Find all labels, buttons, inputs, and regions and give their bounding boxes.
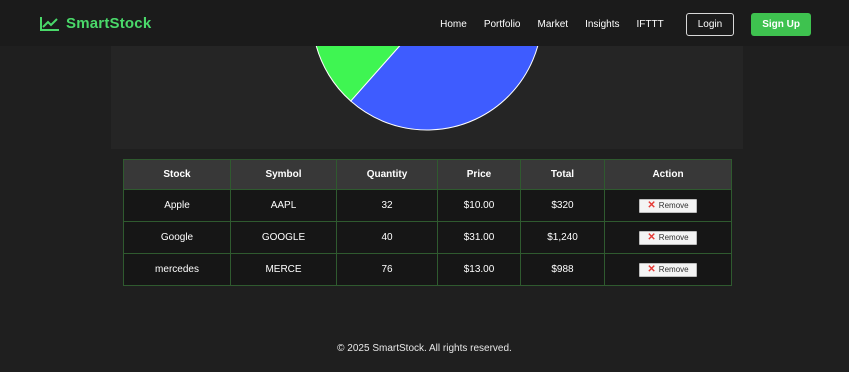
- nav-links: Home Portfolio Market Insights IFTTT Log…: [440, 12, 811, 36]
- nav-link-market[interactable]: Market: [538, 19, 569, 30]
- remove-button[interactable]: ✕ Remove: [639, 262, 697, 277]
- remove-button[interactable]: ✕ Remove: [639, 198, 697, 213]
- cell-symbol: AAPL: [230, 189, 337, 222]
- trending-chart-icon: [40, 17, 59, 31]
- table-row: Google GOOGLE 40 $31.00 $1,240 ✕ Remove: [123, 221, 732, 254]
- cell-total: $320: [520, 189, 605, 222]
- remove-label: Remove: [658, 233, 689, 242]
- portfolio-pie-chart: [315, 46, 539, 131]
- footer-copyright: © 2025 SmartStock. All rights reserved.: [337, 343, 512, 354]
- remove-button[interactable]: ✕ Remove: [639, 230, 697, 245]
- remove-label: Remove: [658, 265, 689, 274]
- cell-price: $10.00: [437, 189, 521, 222]
- cell-action: ✕ Remove: [604, 189, 732, 222]
- cell-stock: Apple: [123, 189, 231, 222]
- cell-stock: Google: [123, 221, 231, 254]
- nav-link-ifttt[interactable]: IFTTT: [637, 19, 664, 30]
- login-button[interactable]: Login: [685, 12, 735, 36]
- header-action: Action: [604, 159, 732, 190]
- brand-name: SmartStock: [66, 14, 152, 32]
- cell-stock: mercedes: [123, 253, 231, 286]
- brand-logo[interactable]: SmartStock: [40, 12, 151, 34]
- remove-label: Remove: [658, 201, 689, 210]
- nav-link-portfolio[interactable]: Portfolio: [484, 19, 521, 30]
- navbar: SmartStock Home Portfolio Market Insight…: [0, 0, 849, 46]
- cell-total: $1,240: [520, 221, 605, 254]
- cell-symbol: GOOGLE: [230, 221, 337, 254]
- header-price: Price: [437, 159, 521, 190]
- cell-quantity: 40: [336, 221, 438, 254]
- table-row: mercedes MERCE 76 $13.00 $988 ✕ Remove: [123, 253, 732, 286]
- header-symbol: Symbol: [230, 159, 337, 190]
- header-quantity: Quantity: [336, 159, 438, 190]
- close-icon: ✕: [647, 231, 656, 243]
- cell-quantity: 76: [336, 253, 438, 286]
- cell-action: ✕ Remove: [604, 253, 732, 286]
- cell-quantity: 32: [336, 189, 438, 222]
- signup-button[interactable]: Sign Up: [751, 12, 811, 36]
- portfolio-chart-panel: [111, 46, 743, 149]
- page: SmartStock Home Portfolio Market Insight…: [0, 0, 849, 372]
- nav-link-insights[interactable]: Insights: [585, 19, 619, 30]
- header-stock: Stock: [123, 159, 231, 190]
- table-row: Apple AAPL 32 $10.00 $320 ✕ Remove: [123, 189, 732, 222]
- nav-link-home[interactable]: Home: [440, 19, 467, 30]
- cell-action: ✕ Remove: [604, 221, 732, 254]
- cell-price: $13.00: [437, 253, 521, 286]
- table-header-row: Stock Symbol Quantity Price Total Action: [123, 159, 732, 190]
- header-total: Total: [520, 159, 605, 190]
- cell-total: $988: [520, 253, 605, 286]
- portfolio-table: Stock Symbol Quantity Price Total Action…: [123, 159, 732, 286]
- cell-symbol: MERCE: [230, 253, 337, 286]
- cell-price: $31.00: [437, 221, 521, 254]
- close-icon: ✕: [647, 199, 656, 211]
- close-icon: ✕: [647, 263, 656, 275]
